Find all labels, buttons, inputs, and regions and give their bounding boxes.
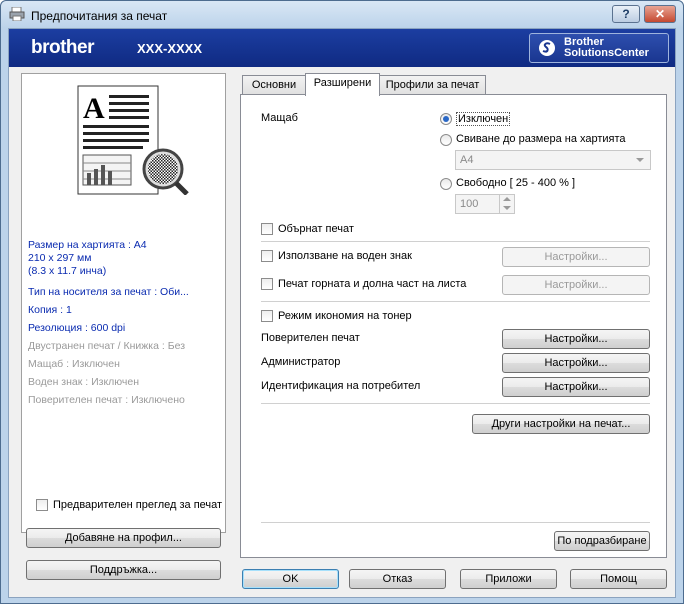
- preview-letter: A: [83, 92, 105, 125]
- solutions-center-button[interactable]: Brother SolutionsCenter: [529, 33, 669, 63]
- help-title-button[interactable]: ?: [612, 5, 640, 23]
- administrator-settings-button[interactable]: Настройки...: [502, 353, 650, 373]
- spin-down-icon: [503, 206, 511, 210]
- info-media-type: Тип на носителя за печат : Оби...: [28, 286, 189, 298]
- advanced-tab-panel: Мащаб Изключен Свиване до размера на хар…: [240, 94, 667, 558]
- ok-button[interactable]: OK: [242, 569, 339, 589]
- info-copies: Копия : 1: [28, 304, 72, 316]
- separator: [261, 241, 650, 242]
- free-scaling-radio[interactable]: [440, 178, 452, 190]
- tab-advanced[interactable]: Разширени: [305, 73, 380, 96]
- page-preview-image: A: [77, 85, 189, 195]
- info-paper-size: Размер на хартията : A4: [28, 239, 147, 251]
- mirror-print-label: Обърнат печат: [278, 223, 354, 235]
- separator: [261, 301, 650, 302]
- cancel-button[interactable]: Отказ: [349, 569, 446, 589]
- add-profile-button[interactable]: Добавяне на профил...: [26, 528, 221, 548]
- chevron-down-icon: [636, 158, 644, 162]
- fit-to-paper-radio[interactable]: [440, 134, 452, 146]
- info-resolution: Резолюция : 600 dpi: [28, 322, 126, 334]
- watermark-settings-button[interactable]: Настройки...: [502, 247, 650, 267]
- secure-print-settings-button[interactable]: Настройки...: [502, 329, 650, 349]
- paper-size-value: A4: [460, 154, 474, 166]
- summary-pane: A Размер на хартията: A4 210 x 297 мм (…: [21, 73, 226, 533]
- header-footer-settings-button[interactable]: Настройки...: [502, 275, 650, 295]
- tab-basic[interactable]: Основни: [242, 75, 306, 95]
- separator: [261, 522, 650, 523]
- print-preview-checkbox[interactable]: [36, 499, 48, 511]
- mirror-print-checkbox[interactable]: [261, 223, 273, 235]
- scaling-label: Мащаб: [261, 112, 298, 124]
- header-footer-label: Печат горната и долна част на листа: [278, 278, 467, 290]
- header-footer-checkbox[interactable]: [261, 278, 273, 290]
- apply-button[interactable]: Приложи: [460, 569, 557, 589]
- info-paper-mm: 210 x 297 мм: [28, 252, 92, 264]
- default-button[interactable]: По подразбиране: [554, 531, 650, 551]
- toner-save-label: Режим икономия на тонер: [278, 310, 412, 322]
- scaling-off-radio[interactable]: [440, 113, 452, 125]
- watermark-label: Използване на воден знак: [278, 250, 412, 262]
- dialog-client: brother XXX-XXXX Brother SolutionsCenter…: [8, 28, 676, 598]
- window-title: Предпочитания за печат: [31, 9, 168, 23]
- help-button[interactable]: Помощ: [570, 569, 667, 589]
- spin-up-icon: [503, 197, 511, 201]
- printer-icon: [9, 7, 25, 21]
- spinner-buttons[interactable]: [499, 195, 514, 213]
- paper-size-select[interactable]: A4: [455, 150, 651, 170]
- brother-logo: brother: [31, 37, 95, 58]
- info-secure-print: Поверителен печат : Изключено: [28, 394, 185, 406]
- print-preferences-window: Предпочитания за печат ? ✕ brother XXX-X…: [0, 0, 684, 604]
- scaling-off-label: Изключен: [456, 112, 511, 126]
- title-bar: Предпочитания за печат ? ✕: [1, 1, 683, 28]
- printer-model: XXX-XXXX: [137, 41, 203, 56]
- watermark-checkbox[interactable]: [261, 250, 273, 262]
- brand-banner: brother XXX-XXXX Brother SolutionsCenter: [9, 29, 675, 67]
- user-auth-label: Идентификация на потребител: [261, 380, 421, 392]
- info-duplex: Двустранен печат / Книжка : Без: [28, 340, 186, 352]
- info-watermark: Воден знак : Изключен: [28, 376, 140, 388]
- secure-print-label: Поверителен печат: [261, 332, 360, 344]
- tab-print-profiles[interactable]: Профили за печат: [379, 75, 486, 95]
- solutions-center-icon: [539, 40, 555, 56]
- print-preview-label: Предварителен преглед за печат: [53, 499, 223, 511]
- administrator-label: Администратор: [261, 356, 341, 368]
- free-scaling-label: Свободно [ 25 - 400 % ]: [456, 177, 576, 189]
- solutions-line2: SolutionsCenter: [564, 47, 649, 59]
- scaling-percent-spinner[interactable]: 100: [455, 194, 515, 214]
- info-paper-inch: (8.3 x 11.7 инча): [28, 265, 107, 277]
- fit-to-paper-label: Свиване до размера на хартията: [456, 133, 626, 145]
- user-auth-settings-button[interactable]: Настройки...: [502, 377, 650, 397]
- scaling-percent-value: 100: [460, 198, 479, 210]
- other-print-settings-button[interactable]: Други настройки на печат...: [472, 414, 650, 434]
- support-button[interactable]: Поддръжка...: [26, 560, 221, 580]
- close-button[interactable]: ✕: [644, 5, 676, 23]
- info-scaling: Мащаб : Изключен: [28, 358, 120, 370]
- toner-save-checkbox[interactable]: [261, 310, 273, 322]
- separator: [261, 403, 650, 404]
